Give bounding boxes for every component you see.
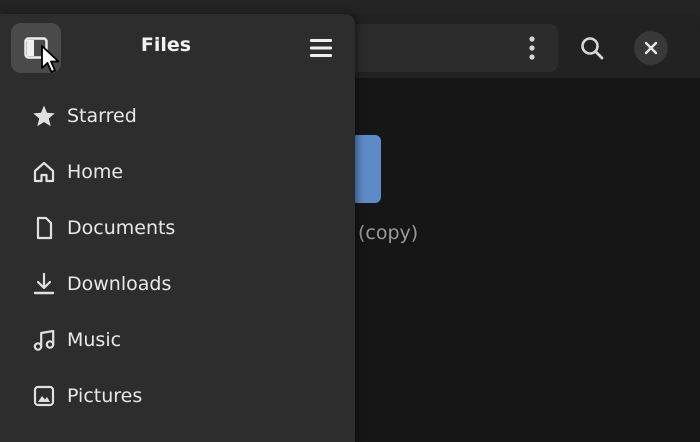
sidebar-item-downloads[interactable]: Downloads (0, 256, 355, 312)
sidebar-item-starred[interactable]: Starred (0, 88, 355, 144)
sidebar-panel: Files Starred Home Documents Downloads M… (0, 14, 355, 442)
music-icon (31, 327, 57, 353)
sidebar-toggle-icon (24, 37, 48, 59)
sidebar-item-label: Music (67, 329, 122, 351)
top-bar-strip (0, 0, 700, 14)
sidebar-item-pictures[interactable]: Pictures (0, 368, 355, 424)
close-icon (644, 41, 658, 55)
sidebar-header: Files (0, 14, 355, 80)
sidebar-item-label: Home (67, 161, 124, 183)
search-icon (579, 35, 605, 61)
sidebar-item-home[interactable]: Home (0, 144, 355, 200)
vertical-dots-icon (529, 36, 535, 60)
search-button[interactable] (572, 28, 612, 68)
hamburger-menu-icon (310, 39, 332, 57)
sidebar-places-list: Starred Home Documents Downloads Music P… (0, 88, 355, 424)
path-menu-button[interactable] (514, 28, 550, 68)
close-button[interactable] (634, 31, 668, 65)
document-icon (31, 215, 57, 241)
folder-icon[interactable] (351, 135, 381, 203)
download-icon (31, 271, 57, 297)
sidebar-item-label: Documents (67, 217, 176, 239)
folder-label[interactable]: (copy) (358, 222, 418, 244)
sidebar-item-label: Downloads (67, 273, 172, 295)
sidebar-title: Files (140, 34, 192, 56)
star-icon (31, 103, 57, 129)
sidebar-item-label: Starred (67, 105, 137, 127)
sidebar-item-label: Pictures (67, 385, 143, 407)
picture-icon (31, 383, 57, 409)
sidebar-item-documents[interactable]: Documents (0, 200, 355, 256)
home-icon (31, 159, 57, 185)
main-menu-button[interactable] (300, 28, 342, 68)
sidebar-item-music[interactable]: Music (0, 312, 355, 368)
files-app-screen: (copy) Files Starred Home Documents Down… (0, 0, 700, 442)
sidebar-toggle-button[interactable] (11, 23, 61, 73)
